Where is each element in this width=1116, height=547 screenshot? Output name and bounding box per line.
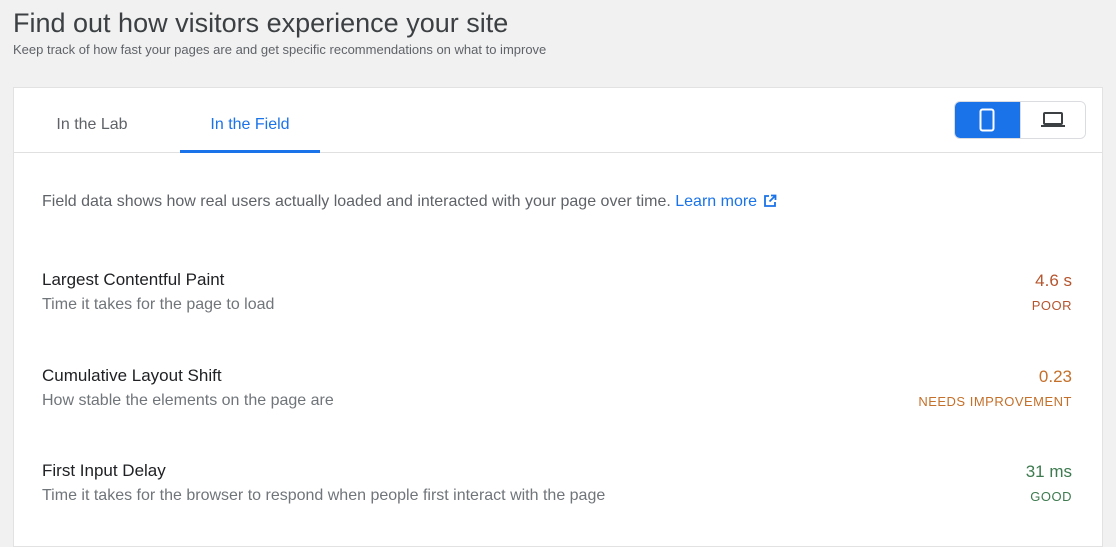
- metric-description: Time it takes for the browser to respond…: [42, 487, 606, 504]
- metric-name: Cumulative Layout Shift: [42, 366, 222, 385]
- metric-description: Time it takes for the page to load: [42, 296, 275, 313]
- laptop-icon: [1040, 112, 1065, 127]
- field-data-intro: Field data shows how real users actually…: [42, 193, 777, 211]
- metric-value: 31 ms: [1025, 462, 1072, 481]
- metric-name: First Input Delay: [42, 461, 166, 480]
- external-link-icon: [764, 194, 777, 207]
- page-subtitle: Keep track of how fast your pages are an…: [13, 42, 547, 57]
- learn-more-label: Learn more: [675, 193, 758, 210]
- metric-lcp: Largest Contentful Paint Time it takes f…: [42, 269, 1072, 315]
- tab-in-the-lab[interactable]: In the Lab: [54, 88, 130, 152]
- tab-in-the-field[interactable]: In the Field: [180, 88, 320, 153]
- mobile-phone-icon: [979, 108, 995, 132]
- metric-value: 0.23: [1038, 367, 1072, 386]
- metric-status: GOOD: [1030, 489, 1072, 504]
- experience-card: In the Lab In the Field Field data shows…: [13, 87, 1103, 547]
- metric-value: 4.6 s: [1035, 271, 1072, 290]
- metric-status: NEEDS IMPROVEMENT: [918, 394, 1072, 409]
- intro-text: Field data shows how real users actually…: [42, 193, 671, 210]
- tab-bar: In the Lab In the Field: [14, 88, 1102, 153]
- device-toggle: [954, 101, 1086, 139]
- metric-name: Largest Contentful Paint: [42, 270, 225, 289]
- metric-cls: Cumulative Layout Shift How stable the e…: [42, 365, 1072, 411]
- page-title: Find out how visitors experience your si…: [13, 8, 509, 38]
- page-header: Find out how visitors experience your si…: [13, 6, 546, 57]
- metric-status: POOR: [1031, 298, 1072, 313]
- mobile-button[interactable]: [955, 102, 1020, 138]
- learn-more-link[interactable]: Learn more: [675, 193, 777, 210]
- desktop-button[interactable]: [1019, 102, 1085, 138]
- metric-fid: First Input Delay Time it takes for the …: [42, 460, 1072, 506]
